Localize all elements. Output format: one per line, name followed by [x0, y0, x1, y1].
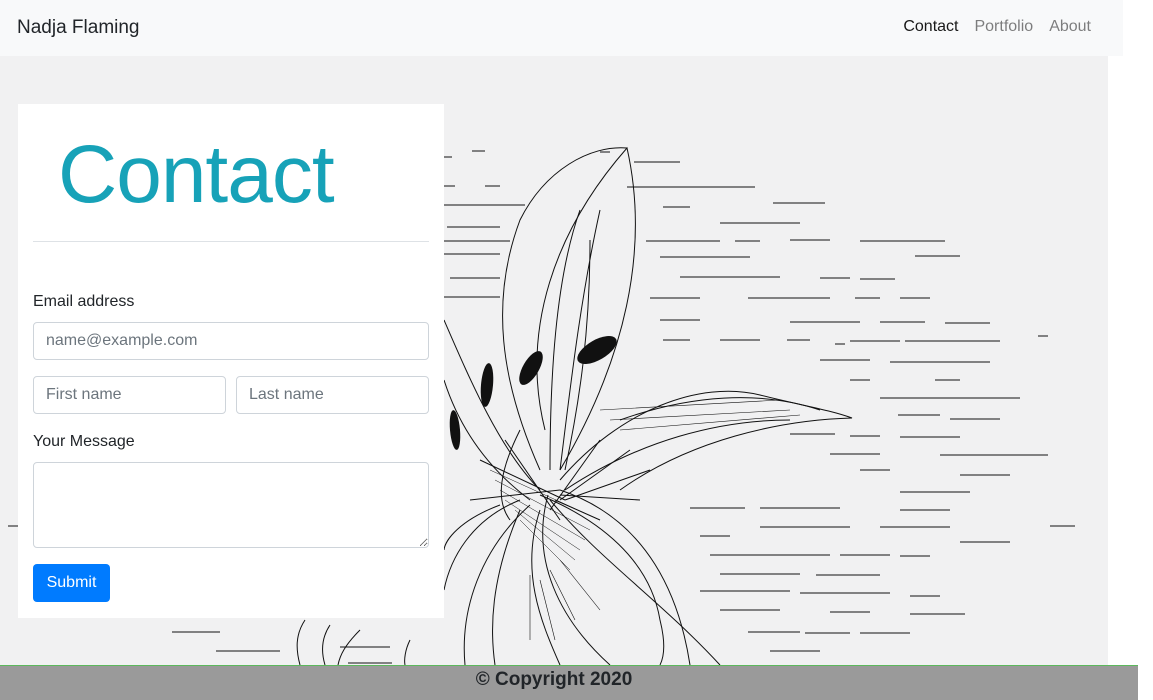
contact-form: Contact Email address Your Message Submi… [18, 104, 444, 618]
first-name-field[interactable] [33, 376, 226, 414]
email-label: Email address [33, 293, 135, 310]
message-textarea[interactable] [33, 462, 429, 548]
brand-link[interactable]: Nadja Flaming [17, 17, 140, 39]
last-name-field[interactable] [236, 376, 429, 414]
copyright-text: © Copyright 2020 [475, 669, 633, 690]
submit-button[interactable]: Submit [33, 564, 110, 602]
page-title: Contact [58, 129, 335, 220]
nav-link-contact[interactable]: Contact [895, 18, 966, 36]
nav-link-portfolio[interactable]: Portfolio [966, 18, 1041, 36]
nav-links: Contact Portfolio About [895, 18, 1099, 36]
nav-link-about[interactable]: About [1041, 18, 1099, 36]
footer: © Copyright 2020 [0, 665, 1138, 700]
message-label: Your Message [33, 433, 135, 450]
navbar: Nadja Flaming Contact Portfolio About [0, 0, 1123, 56]
divider [33, 241, 429, 242]
email-field[interactable] [33, 322, 429, 360]
